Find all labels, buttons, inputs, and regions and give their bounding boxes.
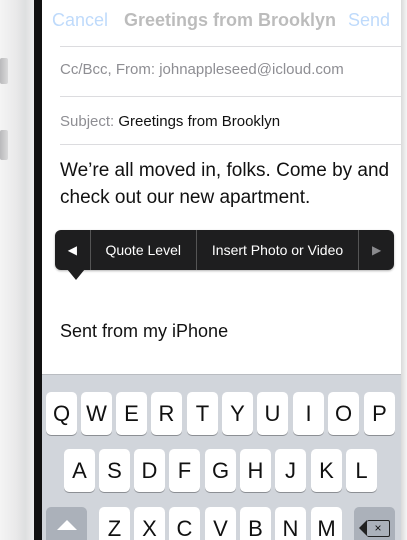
send-button[interactable]: Send bbox=[348, 10, 390, 31]
key-d[interactable]: D bbox=[134, 449, 165, 492]
nav-title: Greetings from Brooklyn bbox=[124, 10, 337, 30]
key-x[interactable]: X bbox=[134, 507, 165, 540]
key-k[interactable]: K bbox=[311, 449, 342, 492]
cancel-button[interactable]: Cancel bbox=[52, 10, 108, 31]
menu-prev-arrow-icon[interactable]: ◀ bbox=[55, 230, 90, 270]
device-bezel bbox=[34, 0, 42, 540]
message-body[interactable]: We’re all moved in, folks. Come by and c… bbox=[60, 157, 390, 211]
separator bbox=[60, 96, 401, 97]
key-u[interactable]: U bbox=[257, 392, 288, 435]
navigation-bar: Cancel Greetings from Brooklyn Send bbox=[42, 0, 401, 40]
menu-pointer bbox=[67, 269, 85, 280]
key-y[interactable]: Y bbox=[222, 392, 253, 435]
shift-icon bbox=[56, 519, 77, 530]
key-s[interactable]: S bbox=[99, 449, 130, 492]
cc-bcc-from-label: Cc/Bcc, From: bbox=[60, 61, 156, 78]
key-h[interactable]: H bbox=[240, 449, 271, 492]
key-j[interactable]: J bbox=[275, 449, 306, 492]
separator bbox=[60, 144, 401, 145]
key-a[interactable]: A bbox=[64, 449, 95, 492]
subject-field[interactable]: Subject: Greetings from Brooklyn bbox=[60, 113, 280, 130]
key-r[interactable]: R bbox=[151, 392, 182, 435]
cc-bcc-from-field[interactable]: Cc/Bcc, From: johnappleseed@icloud.com bbox=[60, 61, 344, 78]
key-q[interactable]: Q bbox=[46, 392, 77, 435]
from-value: johnappleseed@icloud.com bbox=[159, 61, 344, 78]
compose-screen: Cancel Greetings from Brooklyn Send Cc/B… bbox=[42, 0, 401, 540]
key-i[interactable]: I bbox=[293, 392, 324, 435]
key-b[interactable]: B bbox=[240, 507, 271, 540]
device-frame-right bbox=[401, 0, 407, 540]
signature: Sent from my iPhone bbox=[60, 321, 229, 341]
key-m[interactable]: M bbox=[311, 507, 342, 540]
key-f[interactable]: F bbox=[169, 449, 200, 492]
key-w[interactable]: W bbox=[81, 392, 112, 435]
menu-next-arrow-icon[interactable]: ▶ bbox=[359, 230, 394, 270]
device-side-button bbox=[0, 130, 8, 160]
separator bbox=[60, 46, 401, 47]
shift-key[interactable] bbox=[46, 507, 87, 540]
key-g[interactable]: G bbox=[205, 449, 236, 492]
key-t[interactable]: T bbox=[187, 392, 218, 435]
key-n[interactable]: N bbox=[275, 507, 306, 540]
key-c[interactable]: C bbox=[169, 507, 200, 540]
keyboard: Q W E R T Y U I O P A S D F G H J K L Z … bbox=[42, 374, 401, 540]
key-v[interactable]: V bbox=[205, 507, 236, 540]
quote-level-button[interactable]: Quote Level bbox=[89, 230, 196, 270]
key-l[interactable]: L bbox=[346, 449, 377, 492]
key-e[interactable]: E bbox=[116, 392, 147, 435]
subject-label: Subject: bbox=[60, 113, 115, 130]
device-side-button bbox=[0, 58, 8, 84]
insert-photo-video-button[interactable]: Insert Photo or Video bbox=[195, 230, 359, 270]
delete-icon: × bbox=[359, 520, 390, 537]
subject-value: Greetings from Brooklyn bbox=[118, 113, 281, 130]
key-p[interactable]: P bbox=[364, 392, 395, 435]
delete-key[interactable]: × bbox=[354, 507, 395, 540]
edit-menu: ◀ Quote Level Insert Photo or Video ▶ bbox=[55, 230, 394, 270]
key-z[interactable]: Z bbox=[99, 507, 130, 540]
key-o[interactable]: O bbox=[328, 392, 359, 435]
